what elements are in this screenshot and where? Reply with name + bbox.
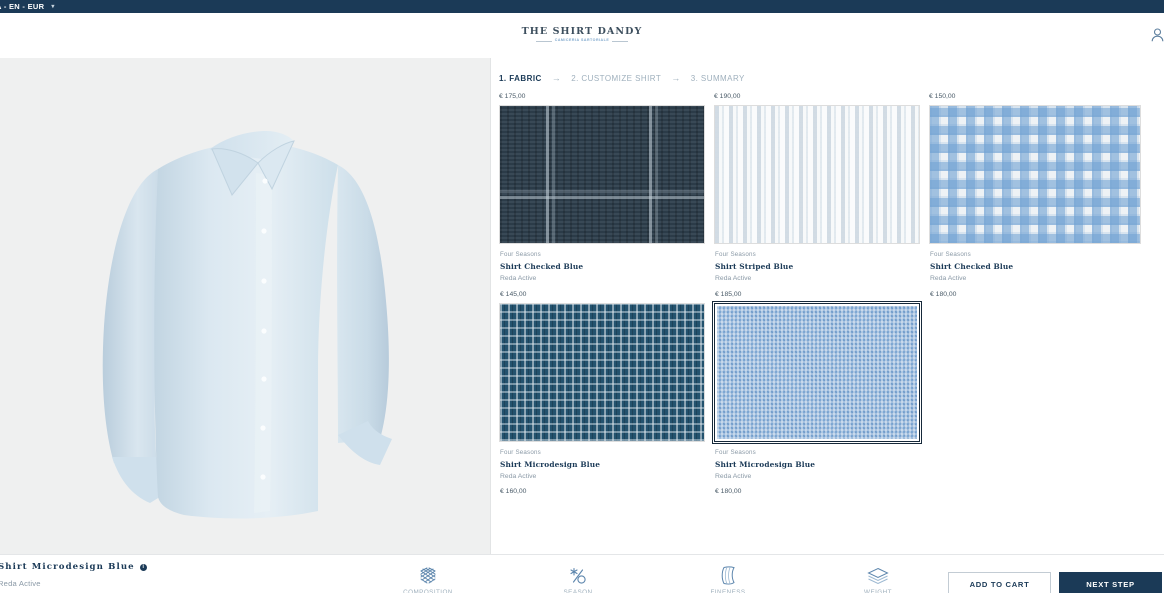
fabric-attributes: COMPOSITION MIXED WOOL SEASON FOUR SEASO…	[328, 564, 948, 593]
fabric-price: € 160,00	[500, 488, 527, 496]
fabric-card[interactable]: Four Seasons Shirt Microdesign Blue Reda…	[499, 302, 705, 497]
fabric-price: € 145,00	[500, 290, 527, 298]
fabric-meta: Four Seasons Shirt Checked Blue Reda Act…	[929, 244, 1141, 299]
chevron-down-icon: ▾	[51, 3, 55, 10]
attribute-composition: COMPOSITION MIXED WOOL	[380, 566, 476, 593]
cta-group: ADD TO CART NEXT STEP	[948, 572, 1164, 593]
brand-name: THE SHIRT DANDY	[521, 25, 643, 37]
selected-fabric-title-row: Shirt Microdesign Blue i	[0, 561, 328, 573]
fabric-price: € 185,00	[715, 290, 742, 298]
fabric-title: Shirt Striped Blue	[715, 262, 794, 272]
fabric-title: Shirt Checked Blue	[500, 262, 584, 272]
fineness-thread-icon	[680, 566, 776, 586]
swatch-pattern-microgrid-dark-teal	[500, 303, 704, 441]
fabric-brand: Reda Active	[715, 473, 752, 481]
step-navigation: 1. FABRIC → 2. CUSTOMIZE SHIRT → 3. SUMM…	[491, 58, 1164, 93]
fabric-row: Four Seasons Shirt Checked Blue Reda Act…	[499, 105, 1164, 299]
attribute-label: WEIGHT	[864, 588, 892, 593]
rule-dash-left	[535, 40, 552, 42]
fabric-brand: Reda Active	[930, 275, 967, 283]
site-header: THE SHIRT DANDY CAMICERIA SARTORIALE	[0, 13, 1164, 58]
add-to-cart-button[interactable]: ADD TO CART	[948, 572, 1051, 593]
user-account-icon	[1151, 28, 1163, 42]
brand-rule: CAMICERIA SARTORIALE	[522, 39, 643, 43]
swatch-pattern-gingham-blue	[930, 106, 1140, 243]
attribute-weight: WEIGHT 230 GR/M	[830, 566, 926, 593]
shirt-preview-pane[interactable]	[0, 58, 491, 554]
price-offscreen-2: € 190,00	[714, 93, 741, 100]
step-arrow-2: →	[671, 73, 681, 83]
fabric-meta: Four Seasons Shirt Checked Blue Reda Act…	[499, 244, 705, 299]
swatch-pattern-microdot-light-blue	[717, 305, 917, 439]
attribute-label: COMPOSITION	[403, 588, 453, 593]
attribute-season: SEASON FOUR SEASONS	[530, 566, 626, 593]
locale-switcher[interactable]: A - EN - EUR ▾	[0, 2, 55, 11]
step-arrow-1: →	[551, 73, 562, 83]
fabric-title: Shirt Microdesign Blue	[500, 460, 601, 470]
fabric-grid[interactable]: Four Seasons Shirt Checked Blue Reda Act…	[491, 105, 1164, 535]
rule-dash-right	[612, 40, 629, 42]
shirt-3d-render[interactable]	[80, 91, 410, 521]
utility-bar: A - EN - EUR ▾	[0, 0, 1164, 13]
price-offscreen-3: € 150,00	[929, 93, 956, 100]
fabric-swatch[interactable]	[712, 300, 922, 444]
fabric-card[interactable]: Four Seasons Shirt Checked Blue Reda Act…	[499, 105, 705, 299]
fabric-swatch[interactable]	[929, 105, 1141, 244]
fabric-swatch[interactable]	[714, 105, 920, 244]
attribute-label: SEASON	[563, 588, 593, 593]
fabric-title: Shirt Microdesign Blue	[715, 460, 816, 470]
fabric-meta: Four Seasons Shirt Striped Blue Reda Act…	[714, 244, 920, 299]
fabric-season: Four Seasons	[715, 448, 756, 456]
fabric-brand: Reda Active	[500, 473, 537, 481]
account-button[interactable]	[1146, 24, 1164, 46]
bottom-action-bar: Shirt Microdesign Blue i Reda Active €18…	[0, 554, 1164, 593]
season-snowflake-sun-icon	[530, 566, 626, 586]
step-summary[interactable]: 3. SUMMARY	[691, 74, 745, 83]
fabric-row: Four Seasons Shirt Microdesign Blue Reda…	[499, 300, 1164, 497]
fabric-swatch[interactable]	[499, 105, 705, 244]
next-step-button[interactable]: NEXT STEP	[1059, 572, 1162, 593]
fabric-title: Shirt Checked Blue	[930, 262, 1014, 272]
fabric-season: Four Seasons	[500, 448, 541, 456]
info-icon[interactable]: i	[139, 564, 147, 571]
fabric-selector-pane: 1. FABRIC → 2. CUSTOMIZE SHIRT → 3. SUMM…	[491, 58, 1164, 554]
step-customize-shirt[interactable]: 2. CUSTOMIZE SHIRT	[571, 74, 661, 83]
fabric-price: € 180,00	[930, 290, 957, 298]
swatch-pattern-plaid-dark-navy	[500, 106, 704, 243]
weight-stack-icon	[830, 566, 926, 586]
weave-composition-icon	[380, 566, 476, 586]
fabric-brand: Reda Active	[500, 275, 537, 283]
locale-label: A - EN - EUR	[0, 2, 45, 11]
fabric-meta: Four Seasons Shirt Microdesign Blue Reda…	[714, 442, 920, 497]
fabric-season: Four Seasons	[715, 251, 756, 258]
brand-tagline: CAMICERIA SARTORIALE	[554, 38, 610, 43]
scrolled-row-prices: € 175,00 € 190,00 € 150,00	[491, 93, 1164, 105]
current-selection-summary: Shirt Microdesign Blue i Reda Active €18…	[0, 561, 328, 593]
attribute-label: FINENESS	[710, 588, 746, 593]
price-offscreen-1: € 175,00	[499, 93, 526, 100]
selected-fabric-brand: Reda Active	[0, 578, 41, 588]
step-fabric[interactable]: 1. FABRIC	[499, 74, 542, 83]
fabric-swatch[interactable]	[499, 302, 705, 442]
swatch-pattern-stripe-pale-gray	[715, 106, 919, 243]
fabric-season: Four Seasons	[500, 251, 541, 258]
fabric-card[interactable]: Four Seasons Shirt Striped Blue Reda Act…	[714, 105, 920, 299]
fabric-card-selected[interactable]: Four Seasons Shirt Microdesign Blue Reda…	[712, 300, 922, 497]
attribute-fineness: FINENESS SUPER 120'S	[680, 566, 776, 593]
fabric-price: € 180,00	[715, 488, 742, 496]
brand-logo[interactable]: THE SHIRT DANDY CAMICERIA SARTORIALE	[522, 27, 643, 43]
shirt-illustration	[102, 131, 392, 519]
fabric-meta: Four Seasons Shirt Microdesign Blue Reda…	[499, 442, 705, 497]
selected-fabric-title: Shirt Microdesign Blue	[0, 562, 135, 573]
fabric-season: Four Seasons	[930, 251, 971, 258]
fabric-brand: Reda Active	[715, 275, 752, 283]
fabric-card[interactable]: Four Seasons Shirt Checked Blue Reda Act…	[929, 105, 1141, 299]
stage: 1. FABRIC → 2. CUSTOMIZE SHIRT → 3. SUMM…	[0, 58, 1164, 554]
